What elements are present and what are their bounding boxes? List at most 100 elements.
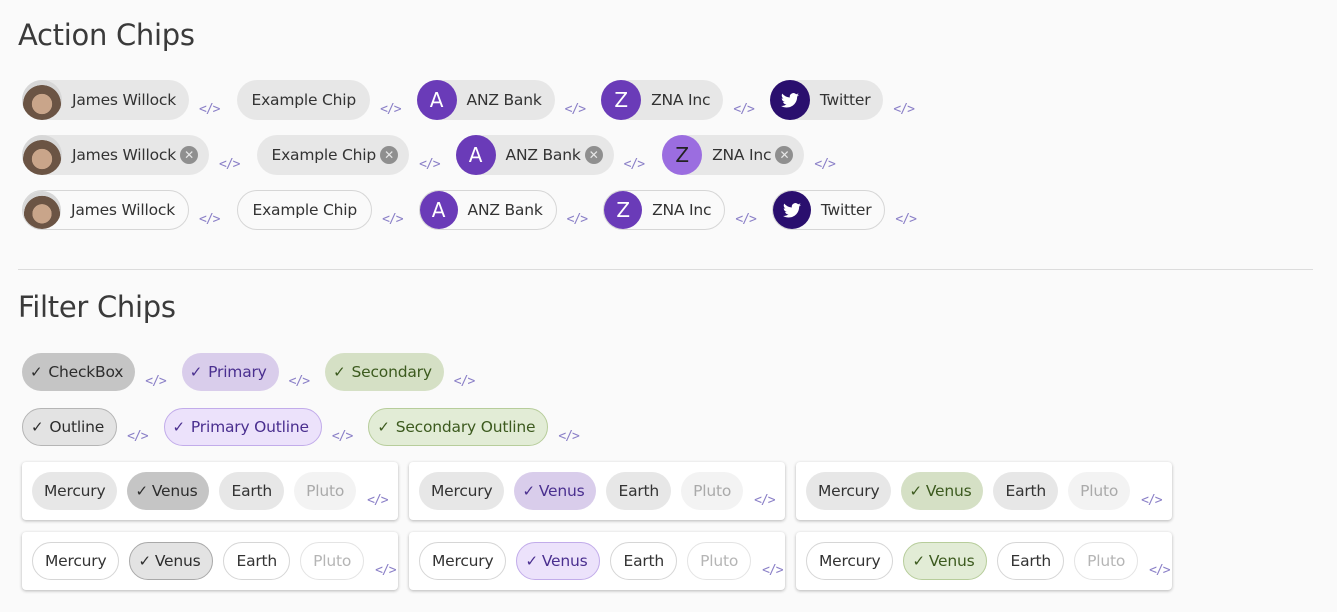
- chip-zna-inc[interactable]: Z ZNA Inc: [601, 80, 724, 120]
- person-avatar: [22, 135, 62, 175]
- code-icon[interactable]: </>: [893, 102, 915, 117]
- chip-anz-bank[interactable]: A ANZ Bank: [418, 190, 557, 230]
- chip-mercury[interactable]: Mercury: [419, 472, 505, 510]
- filter-chips-row-outline: ✓ Outline </> ✓ Primary Outline </> ✓ Se…: [22, 408, 580, 446]
- chip-pluto: Pluto: [681, 472, 744, 510]
- code-icon[interactable]: </>: [419, 157, 441, 172]
- code-icon[interactable]: </>: [289, 374, 311, 389]
- chip-earth[interactable]: Earth: [993, 472, 1059, 510]
- chip-earth[interactable]: Earth: [219, 472, 285, 510]
- chip-mercury[interactable]: Mercury: [32, 472, 118, 510]
- code-icon[interactable]: </>: [733, 102, 755, 117]
- code-icon[interactable]: </>: [380, 102, 402, 117]
- chip-earth[interactable]: Earth: [610, 542, 678, 580]
- chip-example[interactable]: Example Chip: [237, 190, 373, 230]
- chip-anz-bank[interactable]: A ANZ Bank: [416, 80, 555, 120]
- check-icon: ✓: [31, 418, 44, 436]
- chip-earth[interactable]: Earth: [606, 472, 672, 510]
- chip-mercury[interactable]: Mercury: [32, 542, 120, 580]
- planet-chip-group-default: Mercury ✓ Venus Earth Pluto </>: [22, 462, 398, 520]
- action-chips-row-outline: James Willock </> Example Chip </> A ANZ…: [22, 190, 917, 230]
- planet-chip-group-outline-default: Mercury ✓ Venus Earth Pluto </>: [22, 532, 398, 590]
- check-icon: ✓: [377, 418, 390, 436]
- chip-pluto: Pluto: [1068, 472, 1131, 510]
- chip-zna-inc[interactable]: Z ZNA Inc: [603, 190, 726, 230]
- check-icon: ✓: [525, 552, 538, 570]
- code-icon[interactable]: </>: [567, 212, 589, 227]
- chip-pluto: Pluto: [300, 542, 365, 580]
- chip-primary-outline[interactable]: ✓ Primary Outline: [163, 408, 322, 446]
- code-icon[interactable]: </>: [762, 563, 784, 578]
- planet-chip-group-primary: Mercury ✓ Venus Earth Pluto </>: [409, 462, 785, 520]
- check-icon: ✓: [189, 363, 203, 381]
- letter-avatar: A: [455, 135, 496, 175]
- check-icon: ✓: [30, 363, 43, 381]
- code-icon[interactable]: </>: [558, 429, 580, 444]
- close-icon[interactable]: ✕: [380, 146, 399, 164]
- code-icon[interactable]: </>: [454, 374, 476, 389]
- chip-venus[interactable]: ✓ Venus: [514, 472, 597, 510]
- code-icon[interactable]: </>: [332, 429, 354, 444]
- planet-chip-group-secondary: Mercury ✓ Venus Earth Pluto </>: [796, 462, 1172, 520]
- chip-venus[interactable]: ✓ Venus: [129, 542, 214, 580]
- code-icon[interactable]: </>: [219, 157, 241, 172]
- code-icon[interactable]: </>: [565, 102, 587, 117]
- chip-earth[interactable]: Earth: [997, 542, 1065, 580]
- check-icon: ✓: [909, 482, 922, 500]
- chip-primary[interactable]: ✓ Primary: [181, 353, 279, 391]
- code-icon[interactable]: </>: [367, 493, 389, 508]
- check-icon: ✓: [912, 552, 925, 570]
- filter-chips-row-filled: ✓ CheckBox </> ✓ Primary </> ✓ Secondary…: [22, 353, 476, 391]
- chip-mercury[interactable]: Mercury: [419, 542, 507, 580]
- action-chips-heading: Action Chips: [18, 18, 195, 52]
- chip-twitter[interactable]: Twitter: [769, 80, 884, 120]
- chip-earth[interactable]: Earth: [223, 542, 291, 580]
- chip-venus[interactable]: ✓ Venus: [127, 472, 210, 510]
- code-icon[interactable]: </>: [382, 212, 404, 227]
- close-icon[interactable]: ✕: [180, 146, 198, 164]
- action-chips-row-deletable: James Willock ✕ </> Example Chip ✕ </> A…: [22, 135, 836, 175]
- code-icon[interactable]: </>: [127, 429, 149, 444]
- check-icon: ✓: [172, 418, 186, 436]
- chip-example[interactable]: Example Chip: [237, 80, 371, 120]
- chip-james-willock[interactable]: James Willock ✕: [22, 135, 209, 175]
- chip-james-willock[interactable]: James Willock: [22, 80, 189, 120]
- planet-chip-group-outline-secondary: Mercury ✓ Venus Earth Pluto </>: [796, 532, 1172, 590]
- chip-zna-inc[interactable]: Z ZNA Inc ✕: [662, 135, 805, 175]
- chip-secondary[interactable]: ✓ Secondary: [325, 353, 444, 391]
- code-icon[interactable]: </>: [754, 493, 776, 508]
- chip-pluto: Pluto: [294, 472, 357, 510]
- code-icon[interactable]: </>: [145, 374, 167, 389]
- chip-mercury[interactable]: Mercury: [806, 542, 894, 580]
- close-icon[interactable]: ✕: [775, 146, 794, 164]
- code-icon[interactable]: </>: [199, 212, 221, 227]
- chip-venus[interactable]: ✓ Venus: [903, 542, 988, 580]
- chip-anz-bank[interactable]: A ANZ Bank ✕: [455, 135, 614, 175]
- chip-twitter[interactable]: Twitter: [771, 190, 886, 230]
- chip-venus[interactable]: ✓ Venus: [901, 472, 984, 510]
- chip-outline[interactable]: ✓ Outline: [22, 408, 118, 446]
- code-icon[interactable]: </>: [1141, 493, 1163, 508]
- chip-mercury[interactable]: Mercury: [806, 472, 892, 510]
- chip-checkbox[interactable]: ✓ CheckBox: [22, 353, 136, 391]
- code-icon[interactable]: </>: [735, 212, 757, 227]
- code-icon[interactable]: </>: [199, 102, 221, 117]
- letter-avatar: Z: [604, 191, 643, 229]
- check-icon: ✓: [522, 482, 535, 500]
- letter-avatar: A: [416, 80, 457, 120]
- chip-venus[interactable]: ✓ Venus: [516, 542, 601, 580]
- chip-example[interactable]: Example Chip ✕: [257, 135, 410, 175]
- chip-secondary-outline[interactable]: ✓ Secondary Outline: [368, 408, 549, 446]
- check-icon: ✓: [333, 363, 346, 381]
- chip-james-willock[interactable]: James Willock: [22, 190, 189, 230]
- close-icon[interactable]: ✕: [584, 146, 603, 164]
- code-icon[interactable]: </>: [814, 157, 836, 172]
- person-avatar: [23, 191, 61, 229]
- code-icon[interactable]: </>: [895, 212, 917, 227]
- code-icon[interactable]: </>: [624, 157, 646, 172]
- letter-avatar: Z: [601, 80, 642, 120]
- letter-avatar: A: [419, 191, 458, 229]
- code-icon[interactable]: </>: [375, 563, 397, 578]
- code-icon[interactable]: </>: [1149, 563, 1171, 578]
- twitter-icon: [769, 80, 810, 120]
